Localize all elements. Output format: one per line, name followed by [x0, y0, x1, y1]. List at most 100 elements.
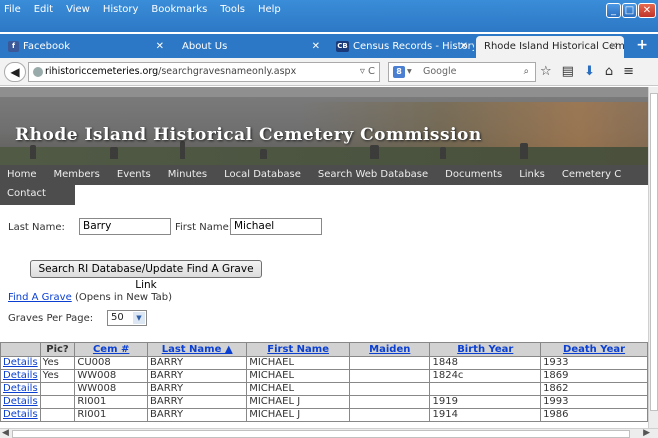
- nav-members[interactable]: Members: [47, 165, 110, 185]
- graves-per-page-select[interactable]: 50 ▼: [107, 310, 147, 326]
- tab-about-us[interactable]: About Us ✕: [174, 36, 326, 58]
- scroll-left-icon[interactable]: ◀: [2, 428, 9, 438]
- maximize-button[interactable]: □: [622, 3, 637, 18]
- menu-tools[interactable]: Tools: [220, 4, 245, 18]
- details-cell[interactable]: Details: [0, 382, 41, 396]
- search-box[interactable]: 8 ▾ Google ⌕: [388, 62, 536, 82]
- nav-home[interactable]: Home: [0, 165, 47, 185]
- first-name-input[interactable]: Michael: [230, 218, 322, 235]
- col-maiden[interactable]: Maiden: [349, 342, 431, 357]
- sort-birth-year-link[interactable]: Birth Year: [457, 344, 513, 355]
- col-last-name[interactable]: Last Name ▲: [147, 342, 248, 357]
- cem-cell: RI001: [74, 395, 149, 409]
- minimize-button[interactable]: _: [606, 3, 621, 18]
- menu-view[interactable]: View: [66, 4, 90, 18]
- nav-search-web-database[interactable]: Search Web Database: [311, 165, 438, 185]
- col-birth-year[interactable]: Birth Year: [429, 342, 542, 357]
- gravestone: [260, 149, 267, 159]
- first-name-cell: MICHAEL: [246, 369, 351, 383]
- menu-edit[interactable]: Edit: [34, 4, 53, 18]
- details-link[interactable]: Details: [3, 370, 38, 381]
- search-placeholder: Google: [423, 66, 457, 77]
- search-icon[interactable]: ⌕: [524, 63, 529, 81]
- birth-year-cell: 1848: [429, 356, 542, 370]
- details-cell[interactable]: Details: [0, 356, 41, 370]
- nav-local-database[interactable]: Local Database: [217, 165, 311, 185]
- last-name-input[interactable]: Barry: [79, 218, 171, 235]
- close-tab-icon[interactable]: ✕: [312, 36, 320, 58]
- menu-file[interactable]: File: [4, 4, 21, 18]
- sort-death-year-link[interactable]: Death Year: [563, 344, 625, 355]
- nav-contact[interactable]: Contact: [0, 185, 75, 205]
- new-tab-button[interactable]: +: [636, 37, 648, 53]
- find-a-grave-link[interactable]: Find A Grave: [8, 292, 72, 303]
- tab-label: Census Records - History -...: [353, 41, 474, 52]
- horizontal-scrollbar[interactable]: ◀ ▶: [0, 428, 658, 438]
- col-first-name[interactable]: First Name: [246, 342, 351, 357]
- pic-cell: [39, 408, 76, 422]
- nav-minutes[interactable]: Minutes: [161, 165, 217, 185]
- tab-facebook[interactable]: f Facebook ✕: [0, 36, 170, 58]
- details-cell[interactable]: Details: [0, 369, 41, 383]
- sort-first-name-link[interactable]: First Name: [267, 344, 329, 355]
- first-name-label: First Name:: [175, 222, 233, 233]
- search-update-button[interactable]: Search RI Database/Update Find A Grave L…: [30, 260, 262, 291]
- menu-icon[interactable]: ≡: [623, 64, 634, 79]
- col-death-year[interactable]: Death Year: [540, 342, 648, 357]
- details-link[interactable]: Details: [3, 357, 38, 368]
- menu-bookmarks[interactable]: Bookmarks: [151, 4, 207, 18]
- maiden-cell: [349, 395, 431, 409]
- address-bar[interactable]: rihistoriccemeteries.org/searchgravesnam…: [28, 62, 380, 82]
- banner-grass: [0, 147, 648, 165]
- tab-census-records[interactable]: CB Census Records - History -... ✕: [328, 36, 474, 58]
- sort-cem-link[interactable]: Cem #: [93, 344, 129, 355]
- vertical-scrollbar[interactable]: [648, 87, 658, 428]
- close-tab-icon[interactable]: ✕: [610, 36, 618, 58]
- results-table: Pic? Cem # Last Name ▲ First Name Maiden…: [0, 342, 648, 422]
- main-navigation: Home Members Events Minutes Local Databa…: [0, 165, 648, 205]
- details-link[interactable]: Details: [3, 383, 38, 394]
- title-bar: File Edit View History Bookmarks Tools H…: [0, 0, 658, 32]
- close-tab-icon[interactable]: ✕: [460, 36, 468, 58]
- sort-last-name-link[interactable]: Last Name ▲: [162, 344, 233, 355]
- nav-documents[interactable]: Documents: [438, 165, 512, 185]
- details-cell[interactable]: Details: [0, 408, 41, 422]
- scroll-right-icon[interactable]: ▶: [643, 428, 650, 438]
- reload-icon[interactable]: ▿ C: [360, 63, 375, 81]
- chevron-down-icon[interactable]: ▾: [407, 63, 412, 81]
- menu-help[interactable]: Help: [258, 4, 281, 18]
- close-tab-icon[interactable]: ✕: [156, 36, 164, 58]
- menu-history[interactable]: History: [103, 4, 139, 18]
- table-row: Details RI001 BARRY MICHAEL J 1914 1986: [0, 408, 648, 422]
- first-name-cell: MICHAEL J: [246, 395, 351, 409]
- gravestone: [110, 147, 118, 159]
- details-link[interactable]: Details: [3, 409, 38, 420]
- tab-rihcc[interactable]: Rhode Island Historical Cemete... ✕: [476, 36, 624, 58]
- table-row: Details Yes WW008 BARRY MICHAEL 1824c 18…: [0, 369, 648, 383]
- navigation-bar: ◀ rihistoriccemeteries.org/searchgravesn…: [0, 58, 658, 86]
- col-cem[interactable]: Cem #: [74, 342, 149, 357]
- horizontal-scroll-thumb[interactable]: [12, 430, 630, 438]
- sort-maiden-link[interactable]: Maiden: [369, 344, 410, 355]
- nav-events[interactable]: Events: [110, 165, 161, 185]
- bookmark-star-icon[interactable]: ☆: [540, 64, 552, 79]
- vertical-scroll-thumb[interactable]: [650, 93, 658, 411]
- last-name-cell: BARRY: [147, 408, 248, 422]
- death-year-cell: 1993: [540, 395, 648, 409]
- reading-list-icon[interactable]: ▤: [562, 64, 574, 79]
- nav-cemetery[interactable]: Cemetery C: [555, 165, 631, 185]
- cem-cell: CU008: [74, 356, 149, 370]
- graves-per-page-value: 50: [111, 312, 124, 323]
- menu-bar: File Edit View History Bookmarks Tools H…: [4, 4, 281, 18]
- details-link[interactable]: Details: [3, 396, 38, 407]
- death-year-cell: 1862: [540, 382, 648, 396]
- download-icon[interactable]: ⬇: [584, 64, 595, 79]
- col-details: [0, 342, 41, 357]
- close-window-button[interactable]: ✕: [638, 3, 656, 18]
- nav-links[interactable]: Links: [512, 165, 555, 185]
- death-year-cell: 1986: [540, 408, 648, 422]
- details-cell[interactable]: Details: [0, 395, 41, 409]
- home-icon[interactable]: ⌂: [605, 64, 613, 79]
- table-row: Details WW008 BARRY MICHAEL 1862: [0, 382, 648, 396]
- back-button[interactable]: ◀: [4, 62, 26, 82]
